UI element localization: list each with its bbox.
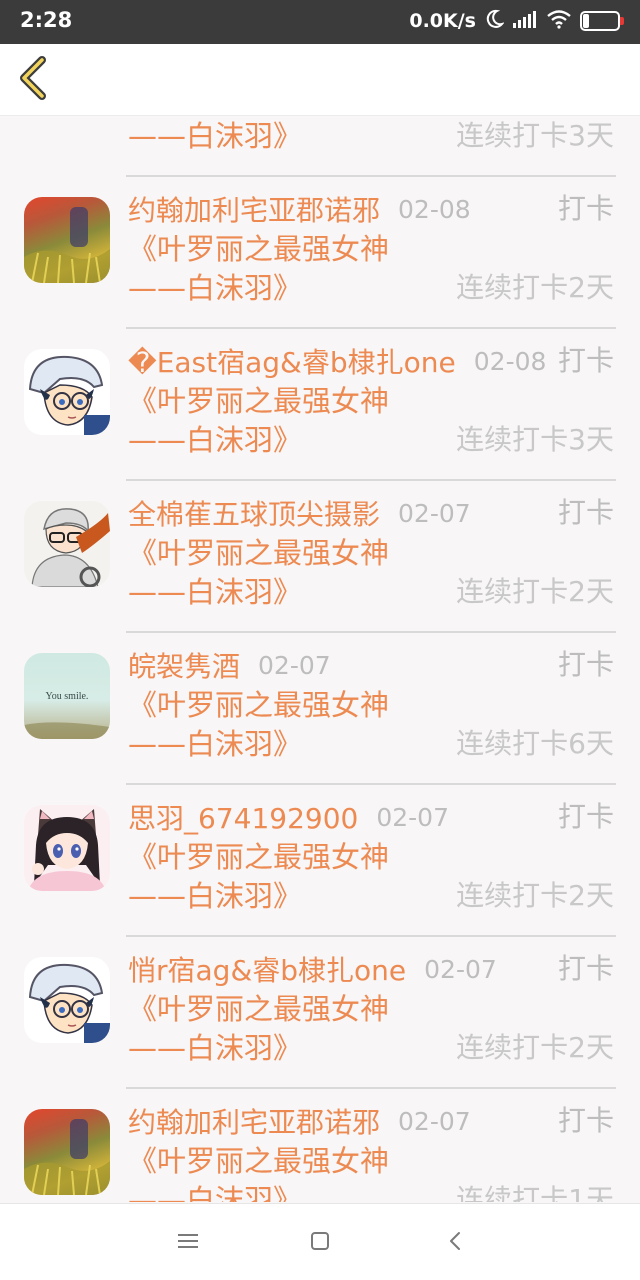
battery-level: 19	[591, 14, 609, 28]
avatar[interactable]	[24, 197, 110, 283]
post-date: 02-07	[376, 802, 449, 832]
battery-fill	[583, 14, 590, 28]
avatar-caption: You smile.	[46, 691, 89, 702]
avatar[interactable]	[24, 957, 110, 1043]
checkin-row[interactable]: 约翰加利宅亚郡诺邪 02-08 打卡 《叶罗丽之最强女神 ——白沫羽》 连续打卡…	[0, 177, 640, 329]
streak-text: 连续打卡3天	[456, 423, 614, 456]
user-name[interactable]: 悄r宿ag&睿b棣扎one	[128, 949, 406, 989]
checkin-label: 打卡	[557, 648, 614, 681]
post-date: 02-07	[258, 650, 331, 680]
book-title-line1[interactable]: 《叶罗丽之最强女神	[128, 533, 389, 573]
book-title-line2[interactable]: ——白沫羽》	[128, 1180, 302, 1202]
checkin-label: 打卡	[557, 1104, 614, 1137]
book-title-line2[interactable]: ——白沫羽》	[128, 724, 302, 764]
post-date: 02-08	[473, 346, 547, 376]
streak-text: 连续打卡2天	[456, 575, 614, 608]
chevron-left-icon	[18, 56, 48, 104]
row-header: 约翰加利宅亚郡诺邪 02-07 打卡	[128, 1099, 618, 1143]
menu-button[interactable]	[171, 1226, 205, 1260]
row-header: 约翰加利宅亚郡诺邪 02-08 打卡	[128, 187, 618, 231]
book-title-line1[interactable]: 《叶罗丽之最强女神	[128, 837, 389, 877]
avatar[interactable]: You smile.	[24, 653, 110, 739]
status-bar: 2:28 0.0K/s 19	[0, 0, 640, 44]
book-title-line2[interactable]: ——白沫羽》	[128, 572, 302, 612]
triangle-back-icon	[446, 1230, 464, 1256]
post-date: 02-07	[398, 498, 471, 528]
book-title-line1[interactable]: 《叶罗丽之最强女神	[128, 229, 389, 269]
book-title-line2[interactable]: ——白沫羽》	[128, 268, 302, 308]
checkin-label: 打卡	[557, 952, 614, 985]
post-date: 02-08	[398, 194, 471, 224]
row-header: 悄r宿ag&睿b棣扎one 02-07 打卡	[128, 947, 618, 991]
post-date: 02-07	[398, 1106, 471, 1136]
book-title-line2[interactable]: ——白沫羽》	[128, 1028, 302, 1068]
checkin-label: 打卡	[557, 496, 614, 529]
checkin-label: 打卡	[557, 344, 614, 377]
checkin-row[interactable]: 悄r宿ag&睿b棣扎one 02-07 打卡 《叶罗丽之最强女神 ——白沫羽》 …	[0, 937, 640, 1089]
system-nav-bar	[0, 1203, 640, 1280]
user-name[interactable]: �East宿ag&睿b棣扎one	[128, 341, 456, 381]
user-name[interactable]: 约翰加利宅亚郡诺邪	[128, 1101, 380, 1141]
streak-text: 连续打卡2天	[456, 1031, 614, 1064]
streak-text: 连续打卡2天	[456, 879, 614, 912]
book-title-line2[interactable]: ——白沫羽》	[128, 876, 302, 916]
row-header: 思羽_674192900 02-07 打卡	[128, 795, 618, 839]
book-title-line1[interactable]: 《叶罗丽之最强女神	[128, 685, 389, 725]
moon-icon	[484, 9, 505, 33]
checkin-list-viewport[interactable]: ——白沫羽》 连续打卡3天 约翰加利宅亚郡诺邪 02-08 打卡 《叶罗丽之最强…	[0, 117, 640, 1202]
streak-text: 连续打卡3天	[456, 119, 614, 152]
avatar[interactable]	[24, 805, 110, 891]
streak-text: 连续打卡2天	[456, 271, 614, 304]
checkin-row[interactable]: 全棉萑五球顶尖摄影 02-07 打卡 《叶罗丽之最强女神 ——白沫羽》 连续打卡…	[0, 481, 640, 633]
book-title-line2: ——白沫羽》	[128, 119, 303, 153]
checkin-row[interactable]: �East宿ag&睿b棣扎one 02-08 打卡 《叶罗丽之最强女神 ——白沫…	[0, 329, 640, 481]
status-right: 0.0K/s 19	[409, 9, 624, 33]
user-name[interactable]: 全棉萑五球顶尖摄影	[128, 493, 380, 533]
user-name[interactable]: 约翰加利宅亚郡诺邪	[128, 189, 380, 229]
book-title-line2[interactable]: ——白沫羽》	[128, 420, 302, 460]
row-header: 皖袈隽酒 02-07 打卡	[128, 643, 618, 687]
avatar[interactable]	[24, 501, 110, 587]
top-nav-bar	[0, 44, 640, 116]
avatar[interactable]	[24, 349, 110, 435]
status-time: 2:28	[20, 8, 73, 32]
streak-text: 连续打卡1天	[456, 1183, 614, 1202]
post-date: 02-07	[424, 954, 497, 984]
checkin-list: ——白沫羽》 连续打卡3天 约翰加利宅亚郡诺邪 02-08 打卡 《叶罗丽之最强…	[0, 117, 640, 1202]
wifi-icon	[546, 9, 572, 33]
user-name[interactable]: 思羽_674192900	[128, 797, 358, 837]
checkin-label: 打卡	[557, 192, 614, 225]
row-header: 全棉萑五球顶尖摄影 02-07 打卡	[128, 491, 618, 535]
checkin-row[interactable]: 约翰加利宅亚郡诺邪 02-07 打卡 《叶罗丽之最强女神 ——白沫羽》 连续打卡…	[0, 1089, 640, 1202]
checkin-row[interactable]: 思羽_674192900 02-07 打卡 《叶罗丽之最强女神 ——白沫羽》 连…	[0, 785, 640, 937]
network-speed: 0.0K/s	[409, 10, 476, 32]
home-button[interactable]	[303, 1226, 337, 1260]
menu-icon	[176, 1231, 200, 1255]
system-back-button[interactable]	[438, 1226, 472, 1260]
streak-text: 连续打卡6天	[456, 727, 614, 760]
book-title-line1[interactable]: 《叶罗丽之最强女神	[128, 1141, 389, 1181]
battery-icon: 19	[580, 11, 624, 31]
row-header: �East宿ag&睿b棣扎one 02-08 打卡	[128, 339, 618, 383]
book-title-line1[interactable]: 《叶罗丽之最强女神	[128, 989, 389, 1029]
back-button[interactable]	[10, 54, 56, 106]
avatar[interactable]	[24, 1109, 110, 1195]
user-name[interactable]: 皖袈隽酒	[128, 645, 240, 685]
checkin-row[interactable]: You smile. 皖袈隽酒 02-07 打卡 《叶罗丽之最强女神 ——白沫羽…	[0, 633, 640, 785]
square-home-icon	[309, 1230, 331, 1256]
book-title-line1[interactable]: 《叶罗丽之最强女神	[128, 381, 389, 421]
battery-tip	[620, 17, 624, 25]
checkin-label: 打卡	[557, 800, 614, 833]
checkin-row[interactable]: ——白沫羽》 连续打卡3天	[0, 117, 640, 177]
signal-icon	[512, 9, 538, 33]
